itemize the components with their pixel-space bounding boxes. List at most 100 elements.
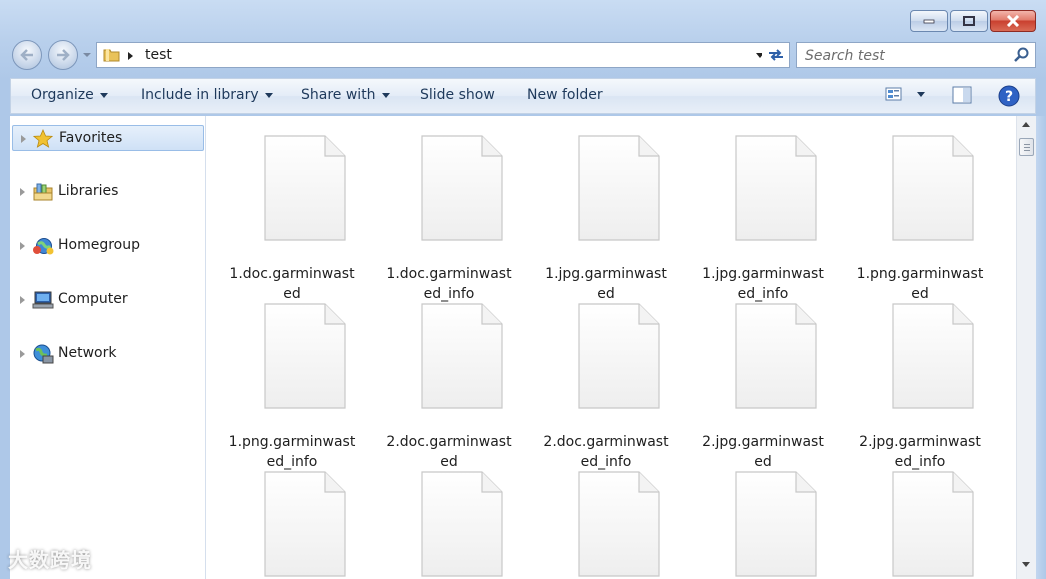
maximize-icon (963, 16, 975, 26)
generic-file-icon (264, 135, 346, 241)
close-button[interactable] (990, 10, 1036, 32)
window-frame-right (1036, 116, 1046, 579)
watermark-logo: 大数跨境 (8, 544, 92, 573)
chevron-down-icon (381, 92, 390, 98)
file-name-line1: 1.doc.garminwast (229, 266, 355, 282)
file-name-line2: ed_info (266, 454, 318, 470)
folder-icon (103, 49, 120, 62)
search-input[interactable] (803, 46, 1007, 66)
explorer-window: test Organize Include in library Share w… (0, 0, 1046, 579)
file-name-line2: ed (597, 286, 615, 302)
file-name: 1.doc.garminwast ed (222, 264, 362, 304)
share-with-button[interactable]: Share with (301, 87, 390, 103)
preview-pane-icon[interactable] (952, 86, 972, 104)
caption-buttons (910, 10, 1036, 32)
forward-arrow-icon (57, 49, 70, 61)
generic-file-icon (735, 135, 817, 241)
share-with-label: Share with (301, 87, 376, 103)
generic-file-icon (421, 471, 503, 577)
file-name-line1: 1.jpg.garminwast (545, 266, 667, 282)
maximize-button[interactable] (950, 10, 988, 32)
generic-file-icon (735, 471, 817, 577)
generic-file-icon (421, 135, 503, 241)
back-button[interactable] (12, 40, 42, 70)
file-name-line2: ed (911, 286, 929, 302)
file-name: 2.doc.garminwast ed_info (536, 432, 676, 472)
expand-arrow-icon[interactable] (20, 242, 25, 250)
file-name-line2: ed_info (423, 286, 475, 302)
file-name-line1: 1.png.garminwast (856, 266, 984, 282)
file-list: 1.doc.garminwast ed 1.doc.garminwast ed_inf… (206, 116, 1016, 579)
refresh-icon (768, 49, 783, 61)
watermark-text: 大数跨境 (8, 548, 92, 572)
expand-arrow-icon[interactable] (20, 350, 25, 358)
forward-button[interactable] (48, 40, 78, 70)
vertical-scrollbar[interactable] (1016, 116, 1036, 579)
file-name-line2: ed (754, 454, 772, 470)
breadcrumb-arrow-icon[interactable] (127, 51, 135, 61)
nav-label: Network (58, 345, 117, 361)
generic-file-icon (421, 303, 503, 409)
file-name-line2: ed_info (737, 286, 789, 302)
address-row: test (10, 40, 1036, 70)
generic-file-icon (264, 303, 346, 409)
nav-label: Homegroup (58, 237, 141, 253)
nav-item-favorites[interactable]: Favorites (12, 125, 204, 151)
nav-label: Favorites (59, 130, 123, 146)
search-box[interactable] (796, 42, 1036, 68)
nav-item-homegroup[interactable]: Homegroup (10, 233, 204, 259)
file-name: 2.doc.garminwast ed (379, 432, 519, 472)
file-name-line1: 1.png.garminwast (228, 434, 356, 450)
nav-label: Libraries (58, 183, 119, 199)
expand-arrow-icon[interactable] (21, 135, 26, 143)
breadcrumb-test[interactable]: test (145, 47, 172, 63)
new-folder-button[interactable]: New folder (527, 87, 603, 103)
help-icon[interactable]: ? (998, 85, 1020, 107)
file-name-line2: ed (440, 454, 458, 470)
generic-file-icon (264, 471, 346, 577)
scroll-thumb[interactable] (1019, 138, 1034, 156)
file-name-line1: 1.jpg.garminwast (702, 266, 824, 282)
chevron-down-icon (264, 92, 273, 98)
scroll-up-icon[interactable] (1022, 122, 1030, 127)
refresh-button[interactable] (762, 42, 790, 68)
file-name: 1.jpg.garminwast ed (536, 264, 676, 304)
recent-pages-chevron-icon[interactable] (82, 50, 92, 60)
expand-arrow-icon[interactable] (20, 188, 25, 196)
address-bar[interactable]: test (96, 42, 772, 68)
file-name-line1: 2.jpg.garminwast (702, 434, 824, 450)
network-icon (33, 344, 54, 364)
command-bar: Organize Include in library Share with S… (10, 78, 1036, 114)
view-options-chevron-icon[interactable] (916, 91, 926, 99)
change-view-icon[interactable] (885, 86, 903, 102)
file-name-line2: ed (283, 286, 301, 302)
expand-arrow-icon[interactable] (20, 296, 25, 304)
generic-file-icon (578, 471, 660, 577)
file-name: 1.jpg.garminwast ed_info (693, 264, 833, 304)
nav-label: Computer (58, 291, 128, 307)
slide-show-button[interactable]: Slide show (420, 87, 495, 103)
nav-item-computer[interactable]: Computer (10, 287, 204, 313)
generic-file-icon (892, 303, 974, 409)
organize-button[interactable]: Organize (31, 87, 108, 103)
homegroup-icon (33, 238, 54, 255)
minimize-button[interactable] (910, 10, 948, 32)
search-icon[interactable] (1013, 47, 1029, 63)
computer-icon (32, 291, 54, 309)
organize-label: Organize (31, 87, 94, 103)
minimize-icon (923, 19, 935, 24)
generic-file-icon (892, 135, 974, 241)
file-name: 1.doc.garminwast ed_info (379, 264, 519, 304)
nav-item-libraries[interactable]: Libraries (10, 179, 204, 205)
file-name-line1: 1.doc.garminwast (386, 266, 512, 282)
file-name: 1.png.garminwast ed (850, 264, 990, 304)
scroll-down-icon[interactable] (1022, 562, 1030, 567)
file-name: 2.jpg.garminwast ed (693, 432, 833, 472)
file-name-line2: ed_info (894, 454, 946, 470)
file-name-line2: ed_info (580, 454, 632, 470)
back-arrow-icon (20, 49, 33, 61)
generic-file-icon (735, 303, 817, 409)
file-name-line1: 2.doc.garminwast (543, 434, 669, 450)
include-in-library-button[interactable]: Include in library (141, 87, 273, 103)
nav-item-network[interactable]: Network (10, 341, 204, 367)
